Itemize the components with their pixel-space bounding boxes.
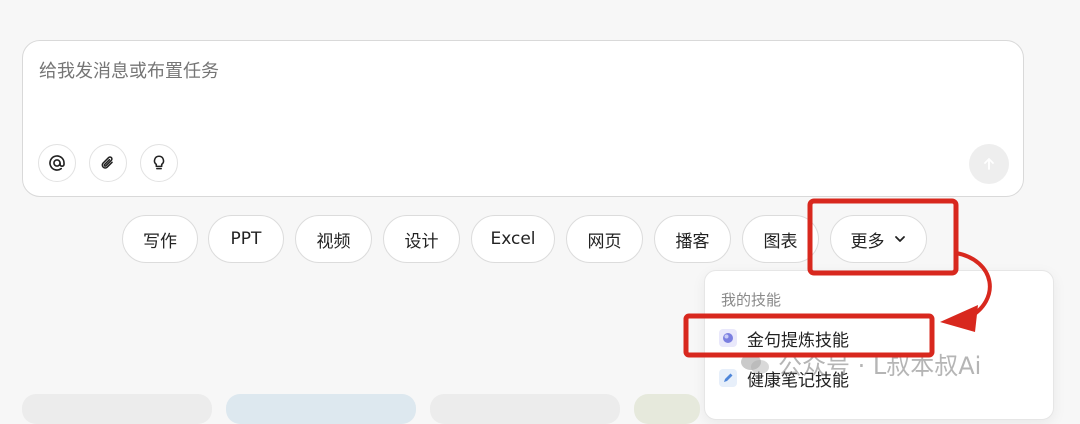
chip-label: 网页	[587, 231, 622, 252]
suggestion-card[interactable]	[226, 394, 416, 424]
chip-label: Excel	[490, 229, 536, 249]
lightbulb-icon	[153, 155, 165, 170]
chip-writing[interactable]: 写作	[122, 215, 198, 263]
suggestion-card[interactable]	[430, 394, 620, 424]
message-input[interactable]	[39, 61, 939, 82]
chip-label: 播客	[675, 231, 710, 252]
chip-podcast[interactable]: 播客	[654, 215, 731, 263]
chip-video[interactable]: 视频	[295, 215, 372, 263]
at-icon	[49, 155, 65, 171]
chip-chart[interactable]: 图表	[742, 215, 819, 263]
attach-button[interactable]	[89, 144, 127, 182]
watermark-text: 公众号 · L叔本叔Ai	[778, 352, 982, 380]
idea-button[interactable]	[140, 144, 178, 182]
sphere-icon	[719, 329, 737, 347]
message-composer	[22, 40, 1024, 197]
wechat-icon	[741, 353, 769, 374]
chip-design[interactable]: 设计	[383, 215, 460, 263]
suggestion-card[interactable]	[22, 394, 212, 424]
chevron-down-icon	[894, 236, 905, 242]
chip-label: 图表	[763, 231, 798, 252]
more-label: 更多	[850, 231, 885, 252]
skills-dropdown: 我的技能 金句提炼技能 健康笔记技能	[704, 270, 1054, 420]
paperclip-icon	[101, 156, 113, 169]
send-arrow-icon	[984, 158, 994, 170]
chip-excel[interactable]: Excel	[471, 215, 555, 263]
menu-heading: 我的技能	[721, 291, 782, 309]
mention-button[interactable]	[38, 144, 76, 182]
chip-ppt[interactable]: PPT	[208, 215, 284, 263]
chip-label: 写作	[143, 231, 177, 252]
chip-label: PPT	[230, 229, 262, 249]
chip-webpage[interactable]: 网页	[566, 215, 643, 263]
more-button[interactable]: 更多	[830, 215, 927, 263]
pencil-icon	[719, 369, 737, 387]
send-button[interactable]	[969, 144, 1009, 184]
watermark: 公众号 · L叔本叔Ai	[740, 346, 981, 381]
suggestion-card[interactable]	[634, 394, 700, 424]
chip-label: 设计	[404, 231, 439, 252]
chip-label: 视频	[316, 231, 351, 252]
